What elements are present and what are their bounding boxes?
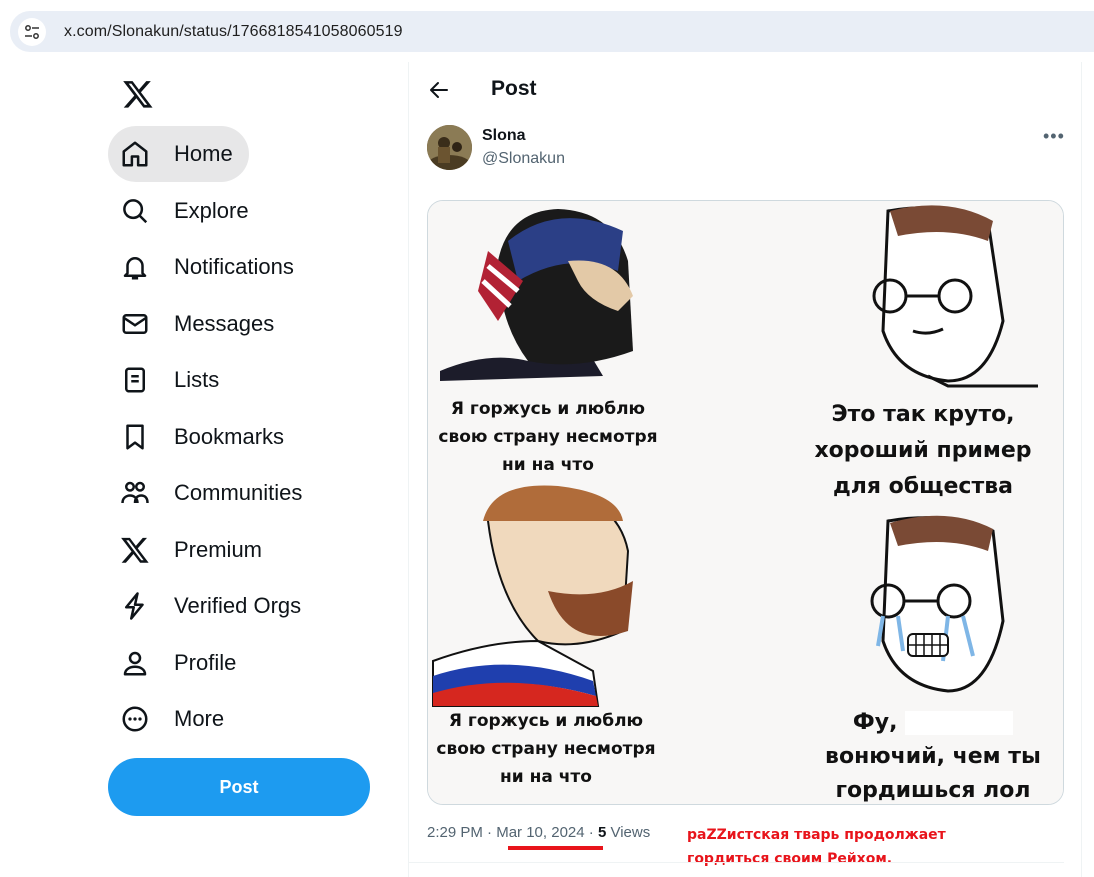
bell-icon [123, 257, 147, 280]
sidebar-item-communities[interactable]: Communities [108, 465, 318, 521]
sidebar-item-more[interactable]: More [108, 691, 240, 747]
sidebar-item-messages[interactable]: Messages [108, 296, 290, 352]
more-circle-icon [122, 706, 148, 732]
views-label: Views [610, 824, 651, 841]
tweet-meta: 2:29 PM · Mar 10, 2024 · 5 Views [427, 824, 650, 841]
tweet-date[interactable]: Mar 10, 2024 [496, 824, 584, 841]
home-icon [122, 141, 148, 167]
browser-toolbar: x.com/Slonakun/status/176681854105806051… [0, 0, 1094, 62]
sidebar-item-label: Bookmarks [174, 424, 285, 449]
sidebar-item-label: Messages [174, 311, 275, 336]
sidebar-item-lists[interactable]: Lists [108, 352, 235, 408]
meme-caption-4: Фу, вонючий, чем ты гордишься лол [813, 706, 1053, 804]
tweet-time[interactable]: 2:29 PM [427, 824, 483, 841]
sidebar-item-notifications[interactable]: Notifications [108, 239, 310, 295]
meme-caption-4-prefix: Фу, [852, 710, 898, 735]
sidebar-item-profile[interactable]: Profile [108, 635, 252, 691]
sidebar-item-label: Notifications [174, 254, 294, 279]
meme-caption-1: Я горжусь и люблю свою страну несмотря н… [438, 399, 658, 475]
author-handle[interactable]: @Slonakun [482, 150, 565, 168]
lightning-icon [125, 592, 144, 620]
x-logo-icon [121, 537, 149, 563]
separator: · [588, 824, 594, 841]
site-settings-icon[interactable] [18, 17, 46, 46]
author-name[interactable]: Slona [482, 127, 526, 145]
envelope-icon [122, 314, 148, 334]
sidebar-item-label: Home [174, 141, 233, 166]
sidebar-item-premium[interactable]: Premium [108, 522, 278, 578]
sidebar-item-bookmarks[interactable]: Bookmarks [108, 409, 300, 465]
sidebar-item-label: Explore [174, 198, 249, 223]
sidebar-item-label: Lists [174, 367, 220, 392]
x-logo-icon[interactable] [122, 78, 154, 110]
bookmark-icon [126, 424, 144, 450]
tweet-image[interactable]: Я горжусь и люблю свою страну несмотря н… [427, 200, 1064, 805]
meme-caption-4-rest: вонючий, чем ты гордишься лол [825, 744, 1041, 803]
red-annotation-text: paZZистская тварь продолжает гордиться с… [687, 823, 947, 871]
sidebar-item-explore[interactable]: Explore [108, 183, 265, 239]
red-underline-annotation [508, 846, 603, 850]
divider [409, 862, 1064, 863]
page-title: Post [491, 77, 537, 100]
annotation-line-2: гордиться своим Рейхом. [687, 851, 893, 867]
separator: · [487, 824, 493, 841]
people-icon [121, 481, 149, 504]
meme-caption-2: Это так круто, хороший пример для общест… [814, 402, 1032, 499]
sidebar-item-label: Premium [174, 537, 263, 562]
sidebar-item-label: Verified Orgs [174, 593, 302, 618]
sidebar-item-label: Profile [174, 650, 237, 675]
avatar[interactable] [427, 125, 472, 170]
annotation-line-1: paZZистская тварь продолжает [687, 827, 946, 843]
back-arrow-icon[interactable] [427, 78, 451, 102]
more-options-icon[interactable]: ••• [1043, 126, 1065, 147]
sidebar-item-label: More [174, 706, 225, 731]
list-icon [125, 367, 145, 393]
address-bar[interactable]: x.com/Slonakun/status/176681854105806051… [10, 11, 1094, 52]
main-column: Post Slona @Slonakun ••• Я горжусь и люб… [409, 62, 1082, 877]
meme-caption-3: Я горжусь и люблю свою страну несмотря н… [436, 711, 656, 787]
redaction-box [905, 711, 1014, 735]
post-button[interactable]: Post [108, 758, 370, 816]
url-text[interactable]: x.com/Slonakun/status/176681854105806051… [64, 23, 403, 41]
person-icon [123, 651, 147, 676]
search-icon [123, 199, 148, 224]
views-count: 5 [597, 824, 607, 841]
sidebar-item-label: Communities [174, 480, 303, 505]
sidebar-item-verified-orgs[interactable]: Verified Orgs [108, 578, 317, 634]
sidebar-item-home[interactable]: Home [108, 126, 249, 182]
